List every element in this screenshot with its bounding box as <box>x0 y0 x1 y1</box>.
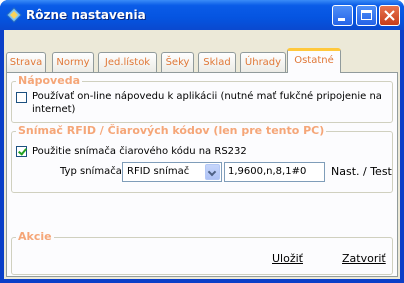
rfid-group: Snímač RFID / Čiarových kódov (len pre t… <box>11 124 393 193</box>
save-button[interactable]: Uložiť <box>272 252 303 265</box>
close-dialog-button[interactable]: Zatvoriť <box>342 252 386 265</box>
online-help-label-line1: Používať on-line nápovedu k aplikácii (n… <box>32 91 382 102</box>
scanner-type-label: Typ snímača <box>60 166 122 177</box>
tab-normy[interactable]: Normy <box>52 52 94 72</box>
help-group: Nápoveda Používať on-line nápovedu k apl… <box>11 74 393 123</box>
dialog-client: Strava Normy Jed.lístok Šeky Sklad Úhrad… <box>4 30 400 279</box>
app-window: Rôzne nastavenia Strava Normy Jed.lístok… <box>0 0 404 283</box>
tab-strip: Strava Normy Jed.lístok Šeky Sklad Úhrad… <box>4 48 400 73</box>
maximize-button[interactable] <box>356 5 377 26</box>
port-settings-input[interactable]: 1,9600,n,8,1#0 <box>224 162 325 182</box>
scanner-type-select[interactable]: RFID snímač <box>122 162 222 182</box>
tab-panel-ostatne: Nápoveda Používať on-line nápovedu k apl… <box>6 72 398 277</box>
settings-test-button[interactable]: Nast. / Test <box>331 165 392 178</box>
window-title: Rôzne nastavenia <box>26 8 146 22</box>
scanner-type-value: RFID snímač <box>127 166 190 177</box>
rs232-scanner-label: Použitie snímača čiarového kódu na RS232 <box>32 146 247 157</box>
settings-app-icon <box>6 7 22 23</box>
tab-sklad[interactable]: Sklad <box>198 52 236 72</box>
minimize-button[interactable] <box>332 5 353 26</box>
tab-seky[interactable]: Šeky <box>161 52 194 72</box>
maximize-icon <box>361 10 372 20</box>
close-icon <box>384 10 395 21</box>
rs232-scanner-checkbox[interactable] <box>16 146 27 157</box>
rfid-group-title: Snímač RFID / Čiarových kódov (len pre t… <box>16 124 327 137</box>
tab-strava[interactable]: Strava <box>6 52 46 72</box>
help-group-title: Nápoveda <box>16 74 82 87</box>
online-help-label: Používať on-line nápovedu k aplikácii (n… <box>32 90 390 116</box>
minimize-icon <box>338 18 345 21</box>
online-help-checkbox[interactable] <box>16 92 27 103</box>
online-help-label-line2: internet) <box>32 104 76 115</box>
actions-group: Akcie Uložiť Zatvoriť <box>11 230 393 275</box>
actions-group-title: Akcie <box>16 230 54 243</box>
title-bar[interactable]: Rôzne nastavenia <box>0 0 404 30</box>
close-button[interactable] <box>379 5 400 26</box>
tab-ostatne[interactable]: Ostatné <box>287 48 341 73</box>
tab-jed-listok[interactable]: Jed.lístok <box>98 52 157 72</box>
chevron-down-icon[interactable] <box>205 164 220 180</box>
tab-uhrady[interactable]: Úhrady <box>240 52 286 72</box>
